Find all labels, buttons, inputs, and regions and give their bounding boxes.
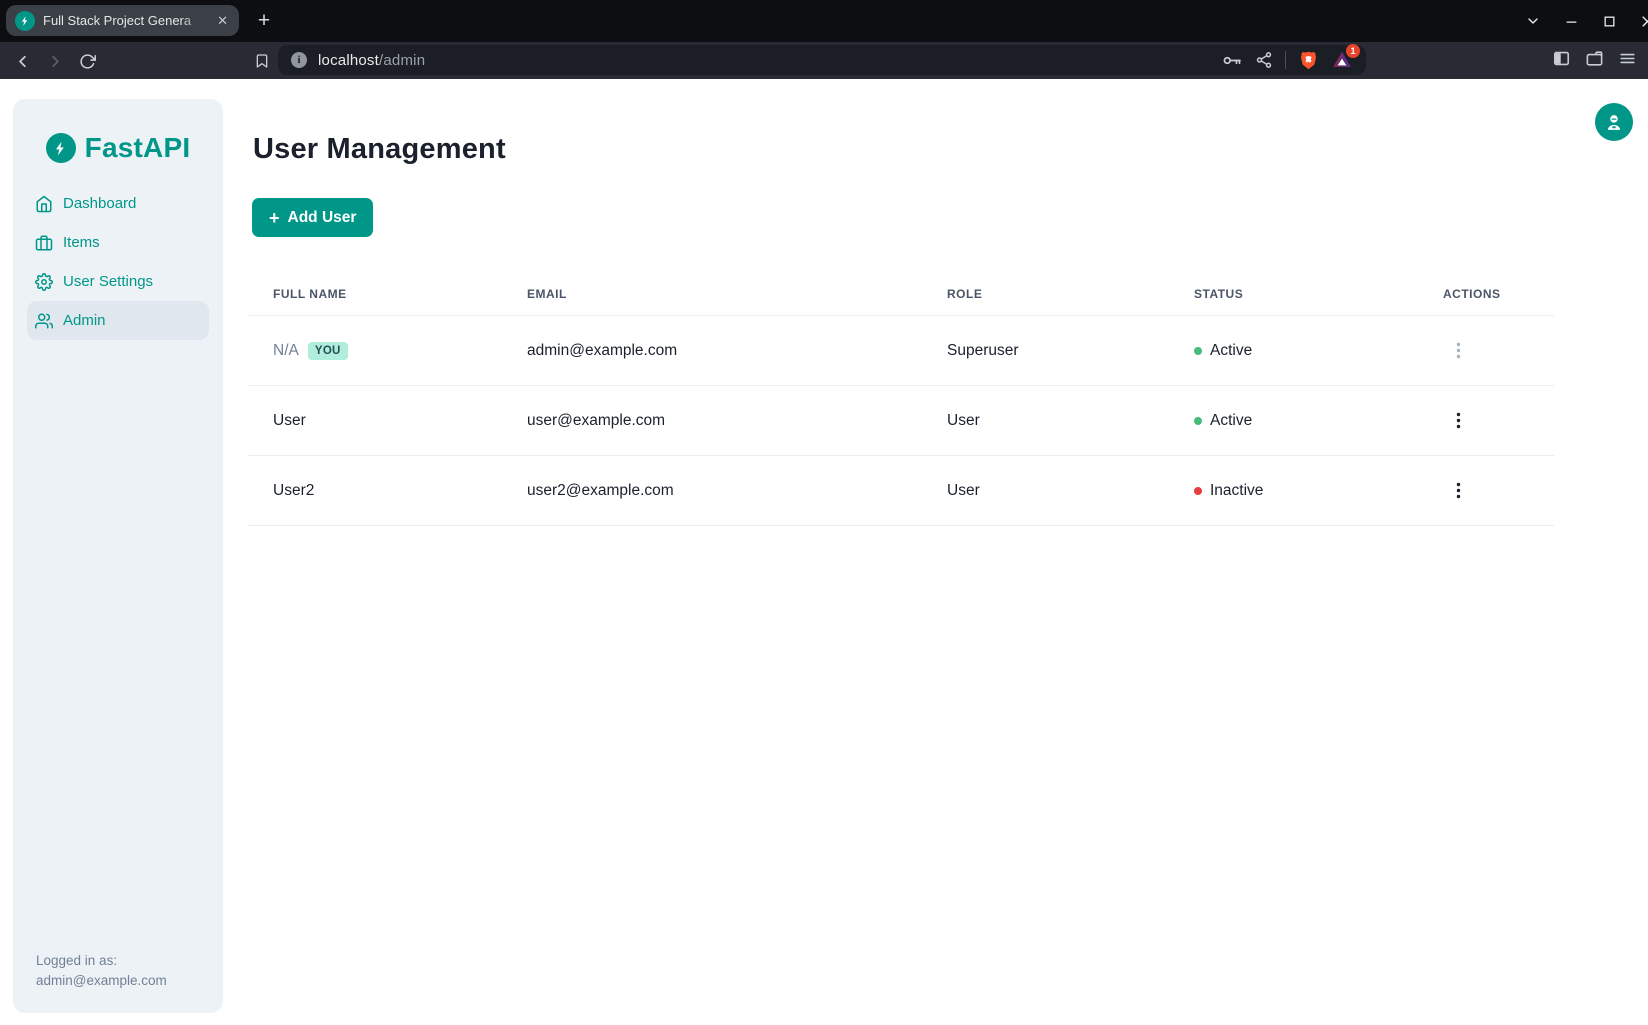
sidebar-nav: Dashboard Items User Settings Admin bbox=[13, 184, 223, 340]
row-actions-kebab-icon[interactable] bbox=[1452, 408, 1465, 433]
window-maximize-icon[interactable] bbox=[1597, 9, 1621, 33]
home-icon bbox=[35, 195, 53, 213]
table-header-row: FULL NAME EMAIL ROLE STATUS ACTIONS bbox=[248, 269, 1554, 316]
status-cell: Inactive bbox=[1169, 482, 1418, 500]
password-key-icon[interactable] bbox=[1222, 50, 1243, 71]
column-header-full-name: FULL NAME bbox=[248, 287, 502, 301]
actions-cell bbox=[1418, 478, 1554, 503]
sidebar-item-items[interactable]: Items bbox=[27, 223, 209, 262]
logged-in-email: admin@example.com bbox=[36, 971, 167, 991]
bookmark-icon[interactable] bbox=[250, 49, 274, 73]
full-name-text: N/A bbox=[273, 342, 299, 360]
sidebar-item-user-settings[interactable]: User Settings bbox=[27, 262, 209, 301]
full-name-cell: User2 bbox=[248, 482, 502, 500]
add-user-button[interactable]: + Add User bbox=[252, 198, 373, 237]
table-row: N/A YOU admin@example.com Superuser Acti… bbox=[248, 316, 1554, 386]
row-actions-kebab-icon[interactable] bbox=[1452, 338, 1465, 363]
status-dot bbox=[1194, 347, 1202, 355]
fastapi-favicon-bolt-icon bbox=[15, 11, 35, 31]
browser-tab[interactable]: Full Stack Project Genera ✕ bbox=[6, 5, 239, 36]
page-title: User Management bbox=[253, 133, 506, 166]
brave-shield-icon[interactable] bbox=[1298, 50, 1319, 71]
status-dot bbox=[1194, 487, 1202, 495]
menu-hamburger-icon[interactable] bbox=[1618, 49, 1637, 68]
rewards-notification-badge: 1 bbox=[1346, 44, 1360, 58]
browser-nav-bar: i localhost/admin 1 bbox=[0, 42, 1648, 79]
add-user-label: Add User bbox=[288, 209, 357, 227]
fastapi-logo: FastAPI bbox=[13, 132, 223, 164]
status-cell: Active bbox=[1169, 412, 1418, 430]
column-header-actions: ACTIONS bbox=[1418, 287, 1554, 301]
status-text: Active bbox=[1210, 342, 1252, 360]
status-text: Active bbox=[1210, 412, 1252, 430]
tab-search-chevron-icon[interactable] bbox=[1521, 9, 1545, 33]
url-text: localhost/admin bbox=[318, 52, 425, 69]
sidebar-item-label: Dashboard bbox=[63, 195, 136, 212]
reload-icon[interactable] bbox=[75, 49, 99, 73]
site-info-icon[interactable]: i bbox=[291, 52, 307, 68]
sidebar-item-label: Admin bbox=[63, 312, 106, 329]
role-cell: User bbox=[922, 482, 1169, 500]
forward-icon[interactable] bbox=[43, 49, 67, 73]
actions-cell bbox=[1418, 408, 1554, 433]
url-host: localhost bbox=[318, 52, 379, 69]
you-badge: YOU bbox=[308, 342, 348, 360]
users-table: FULL NAME EMAIL ROLE STATUS ACTIONS N/A … bbox=[248, 269, 1554, 526]
tab-close-icon[interactable]: ✕ bbox=[215, 12, 230, 29]
logged-in-footer: Logged in as: admin@example.com bbox=[36, 951, 167, 991]
wallet-icon[interactable] bbox=[1585, 49, 1604, 68]
gear-icon bbox=[35, 273, 53, 291]
url-path: /admin bbox=[379, 52, 425, 69]
sidebar-item-dashboard[interactable]: Dashboard bbox=[27, 184, 209, 223]
address-bar-divider bbox=[1285, 51, 1286, 69]
table-row: User2 user2@example.com User Inactive bbox=[248, 456, 1554, 526]
address-bar[interactable]: i localhost/admin 1 bbox=[278, 45, 1366, 75]
email-cell: admin@example.com bbox=[502, 342, 922, 360]
window-close-icon[interactable] bbox=[1635, 9, 1648, 33]
fastapi-bolt-icon bbox=[46, 133, 76, 163]
sidebar-item-label: User Settings bbox=[63, 273, 153, 290]
email-cell: user@example.com bbox=[502, 412, 922, 430]
sidebar-item-admin[interactable]: Admin bbox=[27, 301, 209, 340]
window-minimize-icon[interactable] bbox=[1559, 9, 1583, 33]
row-actions-kebab-icon[interactable] bbox=[1452, 478, 1465, 503]
column-header-status: STATUS bbox=[1169, 287, 1418, 301]
briefcase-icon bbox=[35, 234, 53, 252]
column-header-role: ROLE bbox=[922, 287, 1169, 301]
status-cell: Active bbox=[1169, 342, 1418, 360]
full-name-cell: N/A YOU bbox=[248, 342, 502, 360]
status-text: Inactive bbox=[1210, 482, 1263, 500]
column-header-email: EMAIL bbox=[502, 287, 922, 301]
sidebar: FastAPI Dashboard Items User Settings bbox=[13, 99, 223, 1013]
email-cell: user2@example.com bbox=[502, 482, 922, 500]
brave-rewards-icon[interactable]: 1 bbox=[1331, 49, 1353, 71]
role-cell: Superuser bbox=[922, 342, 1169, 360]
back-icon[interactable] bbox=[10, 49, 34, 73]
new-tab-button[interactable]: + bbox=[249, 5, 279, 36]
table-row: User user@example.com User Active bbox=[248, 386, 1554, 456]
sidebar-item-label: Items bbox=[63, 234, 100, 251]
user-avatar-button[interactable] bbox=[1595, 103, 1633, 141]
logo-text: FastAPI bbox=[85, 132, 191, 164]
logged-in-label: Logged in as: bbox=[36, 951, 167, 971]
role-cell: User bbox=[922, 412, 1169, 430]
tab-title: Full Stack Project Genera bbox=[43, 13, 207, 28]
sidebar-panel-icon[interactable] bbox=[1552, 49, 1571, 68]
user-astronaut-icon bbox=[1603, 111, 1625, 133]
actions-cell bbox=[1418, 338, 1554, 363]
page-content: FastAPI Dashboard Items User Settings bbox=[0, 79, 1648, 1025]
browser-tab-bar: Full Stack Project Genera ✕ + bbox=[0, 0, 1648, 42]
status-dot bbox=[1194, 417, 1202, 425]
plus-icon: + bbox=[269, 209, 280, 227]
users-icon bbox=[35, 312, 53, 330]
share-icon[interactable] bbox=[1255, 51, 1273, 69]
full-name-cell: User bbox=[248, 412, 502, 430]
